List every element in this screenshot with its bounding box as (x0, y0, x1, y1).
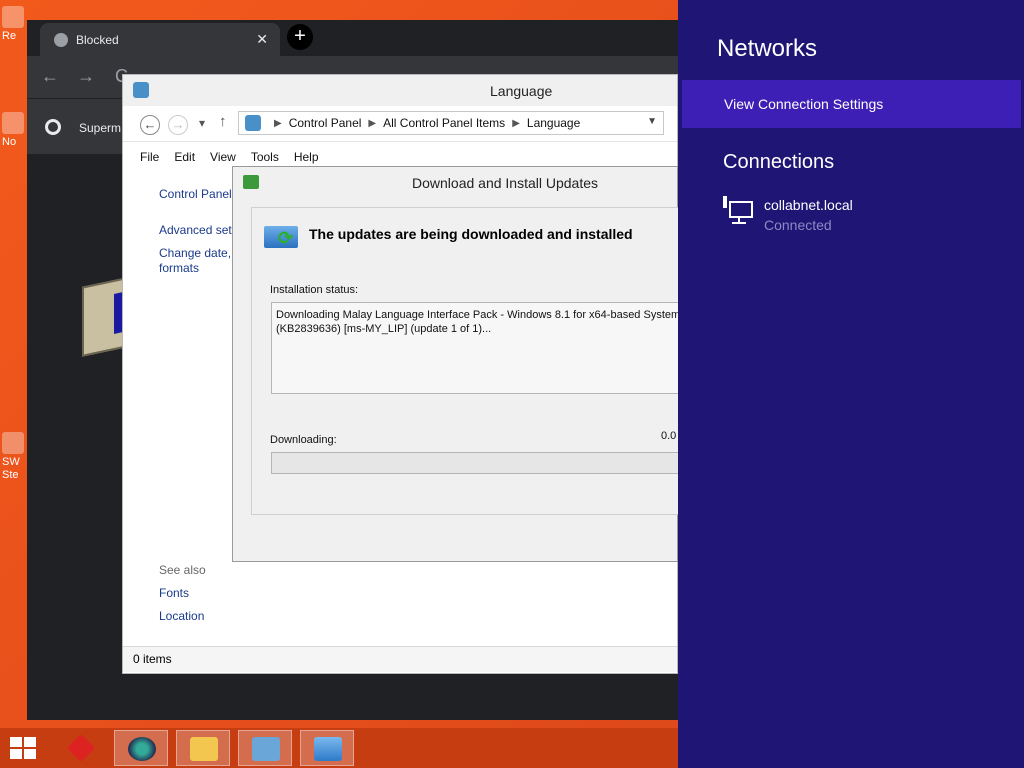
location-link[interactable]: Location (159, 609, 204, 624)
back-arrow-icon[interactable]: ← (41, 66, 59, 87)
dialog-body: The updates are being downloaded and ins… (251, 207, 691, 515)
connections-header: Connections (723, 151, 835, 173)
desktop-icon-label: Re (2, 30, 17, 42)
recycle-bin-icon (2, 6, 24, 28)
control-panel-home-link[interactable]: Control Panel (159, 187, 232, 202)
installation-status-box: Downloading Malay Language Interface Pac… (271, 302, 691, 394)
app-icon (66, 733, 96, 763)
close-tab-icon[interactable]: ✕ (256, 31, 268, 48)
forward-button[interactable]: → (168, 115, 188, 135)
update-icon (314, 737, 342, 761)
printer-illustration (82, 277, 127, 357)
taskbar-file-explorer[interactable] (176, 730, 230, 766)
wired-network-icon (723, 196, 753, 224)
downloading-label: Downloading: (270, 434, 337, 446)
bookmark-item[interactable]: Superm (79, 121, 121, 135)
back-button[interactable]: ← (140, 115, 160, 135)
control-panel-icon (252, 737, 280, 761)
fonts-link[interactable]: Fonts (159, 586, 189, 601)
desktop-icon-steam[interactable]: SW Ste (2, 432, 30, 482)
installation-status-label: Installation status: (270, 284, 359, 296)
tab-title: Blocked (76, 32, 119, 47)
chevron-down-icon[interactable]: ▼ (647, 116, 657, 127)
download-percent: 0.0 (661, 430, 677, 442)
taskbar-app-1[interactable] (54, 730, 108, 766)
desktop-icon-recycle-bin[interactable]: Re (2, 6, 30, 43)
download-updates-dialog: Download and Install Updates The updates… (232, 166, 691, 562)
networks-charm-panel: Networks View Connection Settings Connec… (678, 0, 1024, 768)
download-progress-bar (271, 452, 691, 474)
windows-logo-pane (10, 737, 22, 747)
windows-logo-pane (24, 749, 36, 759)
dialog-heading: The updates are being downloaded and ins… (309, 226, 633, 242)
update-icon (243, 175, 259, 189)
chrome-icon (45, 119, 61, 135)
networks-title: Networks (717, 35, 818, 62)
windows-update-icon (264, 226, 298, 249)
chevron-right-icon: ▶ (368, 117, 377, 129)
address-bar-row: ← → ▾ ↑ ▶ Control Panel ▶ All Control Pa… (123, 106, 677, 142)
dialog-titlebar[interactable]: Download and Install Updates (233, 167, 677, 197)
network-status: Connected (764, 217, 832, 233)
taskbar (0, 728, 678, 768)
folder-icon (190, 737, 218, 761)
up-arrow-icon[interactable]: ↑ (219, 113, 227, 130)
forward-arrow-icon[interactable]: → (77, 66, 95, 87)
view-connection-settings-button[interactable]: View Connection Settings (682, 80, 1021, 128)
formats-link[interactable]: formats (159, 261, 199, 276)
browser-icon (128, 737, 156, 761)
network-name[interactable]: collabnet.local (764, 197, 853, 213)
breadcrumb-item[interactable]: Control Panel (289, 116, 362, 130)
window-titlebar[interactable]: Language (123, 75, 677, 106)
desktop-icon-label: No (2, 136, 17, 148)
change-date-link[interactable]: Change date, (159, 246, 231, 261)
language-icon (133, 82, 149, 98)
window-title: Language (490, 83, 553, 99)
chevron-right-icon: ▶ (274, 117, 282, 129)
breadcrumb-item[interactable]: All Control Panel Items (383, 116, 505, 130)
document-icon (2, 112, 24, 134)
monitor-shape (729, 201, 753, 218)
new-tab-button[interactable]: + (287, 24, 313, 50)
taskbar-windows-update[interactable] (300, 730, 354, 766)
breadcrumb[interactable]: ▶ Control Panel ▶ All Control Panel Item… (238, 111, 664, 135)
advanced-settings-link[interactable]: Advanced sett (159, 223, 235, 238)
cable-shape (723, 196, 727, 208)
desktop-icon-notes[interactable]: No (2, 112, 30, 149)
menu-file[interactable]: File (140, 142, 159, 170)
status-bar: 0 items (123, 646, 677, 672)
see-also-label: See also (159, 563, 206, 577)
windows-logo-pane (24, 737, 36, 747)
menu-edit[interactable]: Edit (174, 142, 195, 170)
browser-tabstrip: Blocked ✕ + (27, 20, 687, 56)
recent-locations-icon[interactable]: ▾ (199, 116, 205, 130)
taskbar-browser[interactable] (114, 730, 168, 766)
base-shape (732, 222, 746, 224)
dialog-title: Download and Install Updates (412, 175, 599, 191)
windows-logo-pane (10, 749, 22, 759)
chevron-right-icon: ▶ (512, 117, 520, 129)
taskbar-control-panel[interactable] (238, 730, 292, 766)
control-panel-icon (245, 115, 261, 131)
breadcrumb-item[interactable]: Language (527, 116, 580, 130)
desktop-icon-label: SW Ste (2, 456, 20, 481)
globe-icon (54, 32, 68, 47)
steam-icon (2, 432, 24, 454)
start-button[interactable] (10, 737, 38, 761)
browser-tab[interactable]: Blocked ✕ (40, 23, 280, 56)
